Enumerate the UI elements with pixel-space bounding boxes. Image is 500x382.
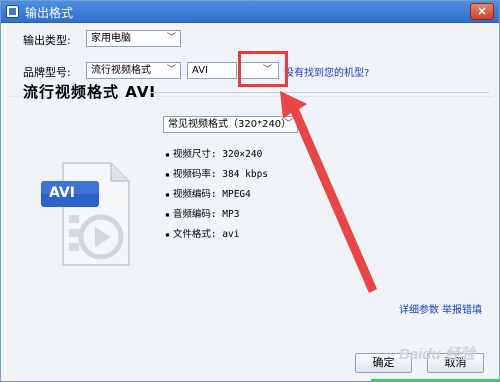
output-format-dialog: 输出格式 × 输出类型: 家用电脑 ﹀ 品牌型号: 流行视频格式 ﹀ AVI ﹀… [0, 0, 500, 382]
details-link[interactable]: 详细参数 [399, 301, 439, 316]
arrow-annotation [280, 91, 377, 293]
report-link[interactable]: 举报错填 [442, 301, 482, 316]
watermark: Baidu 经验 [399, 346, 475, 363]
arrow-icon [280, 91, 377, 293]
